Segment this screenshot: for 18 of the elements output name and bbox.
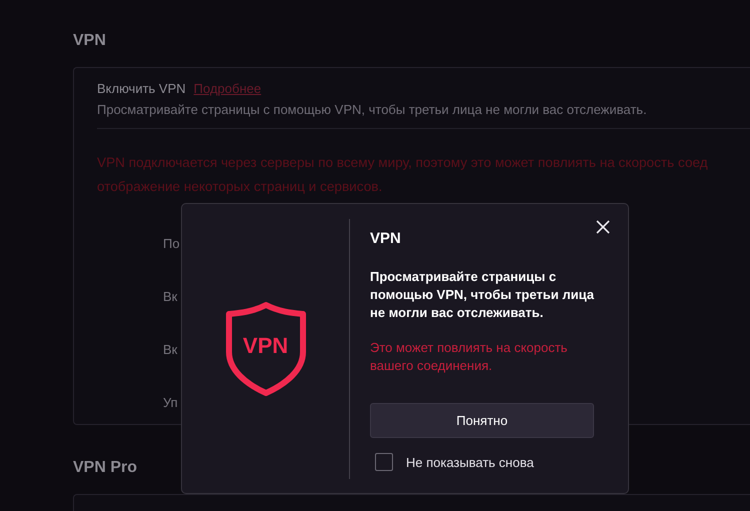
- setting-description: Просматривайте страницы с помощью VPN, чтобы третьи лица не могли вас отслеживать.: [97, 102, 750, 129]
- dialog-title: VPN: [370, 230, 402, 247]
- warning-text: Это может повлиять на скорость вашего соединения.: [370, 339, 568, 375]
- section-heading: VPN: [73, 32, 106, 51]
- setting-label: Вк: [163, 289, 178, 306]
- setting-label: Уп: [163, 395, 178, 412]
- close-icon[interactable]: [594, 218, 612, 236]
- checkbox-label: Не показывать снова: [406, 454, 534, 470]
- setting-title: Включить VPN: [97, 81, 186, 96]
- setting-label: Вк: [163, 342, 178, 359]
- warning-text: отображение некоторых страниц и сервисов.: [97, 178, 382, 196]
- section-heading: VPN Pro: [73, 459, 138, 478]
- shield-logo: VPN: [224, 300, 308, 398]
- checkbox[interactable]: [375, 453, 393, 471]
- dialog-description: Просматривайте страницы с помощью VPN, чтобы третьи лица не могли вас отслеживать.: [370, 268, 596, 322]
- setting-label: По: [163, 236, 180, 253]
- warning-text: VPN подключается через серверы по всему миру, поэтому это может повлиять на скорость соед: [97, 154, 708, 172]
- ok-button[interactable]: Понятно: [370, 403, 594, 438]
